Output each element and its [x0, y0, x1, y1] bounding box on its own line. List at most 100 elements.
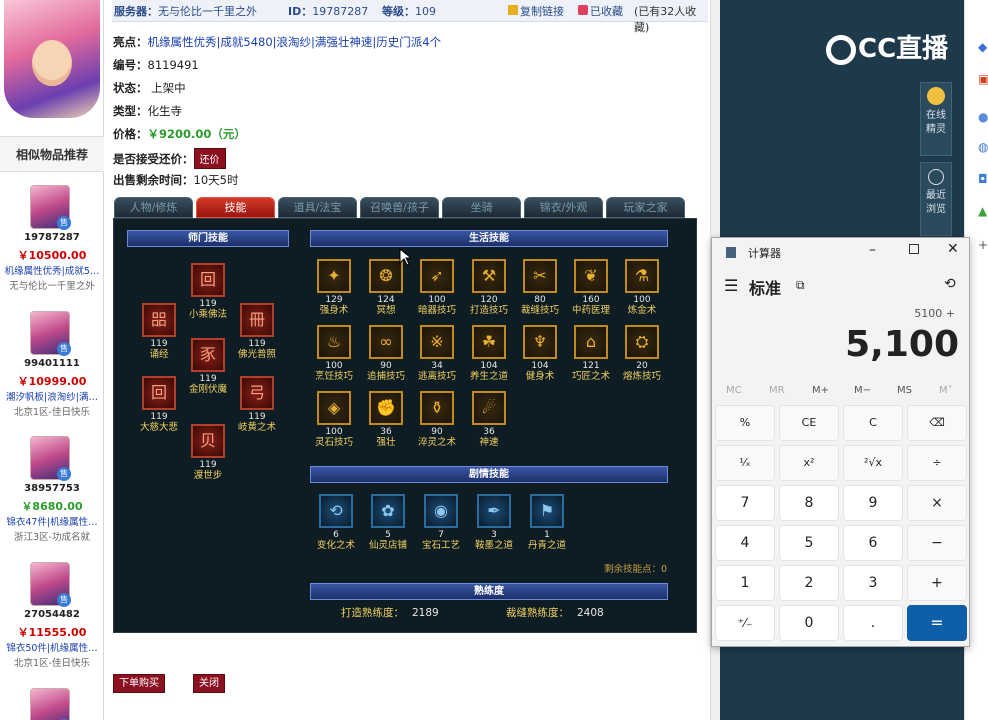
plot-skill[interactable]: ✒ 3 鞍墨之道: [469, 494, 519, 552]
digit-4-button[interactable]: 4: [715, 525, 775, 561]
life-skill[interactable]: ⚱ 90 淬灵之术: [412, 391, 462, 449]
sidebar-app-icon[interactable]: ●: [978, 110, 988, 124]
plot-skill[interactable]: ✿ 5 仙灵店铺: [363, 494, 413, 552]
school-skill[interactable]: 回 119 大慈大悲: [134, 376, 184, 434]
memory-recall-button[interactable]: MR: [769, 385, 785, 396]
sidebar-app-icon[interactable]: ◆: [978, 40, 987, 54]
buy-button[interactable]: 下单购买: [113, 674, 165, 693]
similar-item[interactable]: [0, 688, 104, 720]
plot-skill[interactable]: ⚑ 1 丹青之道: [522, 494, 572, 552]
similar-item-avatar[interactable]: [30, 688, 71, 720]
school-skill[interactable]: 豕 119 金刚伏魔: [183, 338, 233, 396]
life-skill[interactable]: ⌂ 121 巧匠之术: [566, 325, 616, 383]
reciprocal-button[interactable]: ¹⁄ₓ: [715, 445, 775, 481]
life-skill[interactable]: ♨ 100 烹饪技巧: [309, 325, 359, 383]
clear-button[interactable]: C: [843, 405, 903, 441]
history-icon[interactable]: ⟲: [944, 276, 956, 292]
sidebar-app-icon[interactable]: ▲: [978, 204, 987, 218]
divide-button[interactable]: ÷: [907, 445, 967, 481]
similar-item-desc[interactable]: 潮汐帆板|浪淘纱|满…: [0, 389, 104, 403]
digit-9-button[interactable]: 9: [843, 485, 903, 521]
similar-item[interactable]: 99401111 ￥10999.00 潮汐帆板|浪淘纱|满… 北京1区-佳日快乐: [0, 311, 104, 436]
decimal-button[interactable]: .: [843, 605, 903, 641]
copy-link-button[interactable]: 复制链接: [508, 3, 564, 19]
tab-items[interactable]: 道具/法宝: [278, 197, 357, 218]
equals-button[interactable]: =: [907, 605, 967, 641]
similar-item-desc[interactable]: 机缘属性优秀|成就5…: [0, 263, 104, 277]
life-skill[interactable]: ⛭ 20 熔炼技巧: [617, 325, 667, 383]
plot-skill[interactable]: ⟲ 6 变化之术: [311, 494, 361, 552]
life-skill[interactable]: ⚒ 120 打造技巧: [464, 259, 514, 317]
life-skill[interactable]: ✊ 36 强壮: [361, 391, 411, 449]
similar-item-avatar[interactable]: [30, 562, 71, 607]
digit-2-button[interactable]: 2: [779, 565, 839, 601]
digit-1-button[interactable]: 1: [715, 565, 775, 601]
life-skill[interactable]: ⚗ 100 炼金术: [617, 259, 667, 317]
life-skill[interactable]: ☄ 36 神速: [464, 391, 514, 449]
life-skill[interactable]: ✦ 129 强身术: [309, 259, 359, 317]
online-assistant-button[interactable]: 在线精灵: [920, 82, 952, 156]
memory-clear-button[interactable]: MC: [726, 385, 742, 396]
negate-button[interactable]: ⁺⁄₋: [715, 605, 775, 641]
sidebar-app-icon[interactable]: ◍: [978, 140, 988, 154]
similar-item[interactable]: 27054482 ￥11555.00 锦衣50件|机缘属性… 北京1区-佳日快乐: [0, 562, 104, 687]
maximize-icon[interactable]: [909, 244, 919, 254]
close-button[interactable]: 关闭: [193, 674, 225, 693]
tab-outfits[interactable]: 锦衣/外观: [524, 197, 603, 218]
school-skill[interactable]: 冊 119 佛光普照: [232, 303, 282, 361]
school-skill[interactable]: 㗊 119 诵经: [134, 303, 184, 361]
similar-item-desc[interactable]: 锦衣47件|机缘属性…: [0, 514, 104, 528]
memory-add-button[interactable]: M+: [812, 385, 829, 396]
subtract-button[interactable]: −: [907, 525, 967, 561]
digit-3-button[interactable]: 3: [843, 565, 903, 601]
sidebar-app-icon[interactable]: ▣: [978, 72, 988, 86]
bargain-button[interactable]: 还价: [193, 148, 226, 169]
similar-item[interactable]: 38957753 ￥8680.00 锦衣47件|机缘属性… 浙江3区-功成名就: [0, 436, 104, 561]
digit-8-button[interactable]: 8: [779, 485, 839, 521]
school-skill[interactable]: 弓 119 岐黄之术: [232, 376, 282, 434]
percent-button[interactable]: %: [715, 405, 775, 441]
close-icon[interactable]: ✕: [947, 241, 959, 257]
recent-browse-button[interactable]: 最近浏览: [920, 162, 952, 236]
add-button[interactable]: +: [907, 565, 967, 601]
life-skill[interactable]: ※ 34 逃离技巧: [412, 325, 462, 383]
life-skill[interactable]: ◈ 100 灵石技巧: [309, 391, 359, 449]
multiply-button[interactable]: ×: [907, 485, 967, 521]
life-skill[interactable]: ☘ 104 养生之道: [464, 325, 514, 383]
digit-6-button[interactable]: 6: [843, 525, 903, 561]
similar-item-avatar[interactable]: [30, 185, 71, 230]
square-button[interactable]: x²: [779, 445, 839, 481]
clear-entry-button[interactable]: CE: [779, 405, 839, 441]
school-skill[interactable]: 贝 119 渡世步: [183, 424, 233, 482]
sqrt-button[interactable]: ²√x: [843, 445, 903, 481]
similar-item-avatar[interactable]: [30, 311, 71, 356]
memory-list-button[interactable]: M˅: [939, 385, 953, 396]
similar-item-avatar[interactable]: [30, 436, 71, 481]
digit-0-button[interactable]: 0: [779, 605, 839, 641]
tab-character[interactable]: 人物/修炼: [114, 197, 193, 218]
digit-7-button[interactable]: 7: [715, 485, 775, 521]
life-skill[interactable]: ❦ 160 中药医理: [566, 259, 616, 317]
similar-item[interactable]: 19787287 ￥10500.00 机缘属性优秀|成就5… 无与伦比一千里之外: [0, 185, 104, 310]
life-skill[interactable]: ∞ 90 追捕技巧: [361, 325, 411, 383]
tab-skills[interactable]: 技能: [196, 197, 275, 218]
tab-home[interactable]: 玩家之家: [606, 197, 685, 218]
menu-icon[interactable]: ☰: [724, 276, 738, 295]
memory-subtract-button[interactable]: M−: [854, 385, 871, 396]
collected-button[interactable]: 已收藏: [578, 3, 623, 19]
plot-skill[interactable]: ◉ 7 宝石工艺: [416, 494, 466, 552]
tab-mounts[interactable]: 坐骑: [442, 197, 521, 218]
school-skill[interactable]: 回 119 小乘佛法: [183, 263, 233, 321]
minimize-icon[interactable]: –: [869, 242, 876, 258]
tab-pets[interactable]: 召唤兽/孩子: [360, 197, 439, 218]
life-skill[interactable]: ➶ 100 暗器技巧: [412, 259, 462, 317]
backspace-button[interactable]: ⌫: [907, 405, 967, 441]
digit-5-button[interactable]: 5: [779, 525, 839, 561]
life-skill[interactable]: ❂ 124 冥想: [361, 259, 411, 317]
similar-item-desc[interactable]: 锦衣50件|机缘属性…: [0, 640, 104, 654]
add-icon[interactable]: +: [978, 238, 988, 252]
sidebar-app-icon[interactable]: ◘: [978, 172, 988, 186]
life-skill[interactable]: ♆ 104 健身术: [515, 325, 565, 383]
life-skill[interactable]: ✂ 80 裁缝技巧: [515, 259, 565, 317]
memory-store-button[interactable]: MS: [897, 385, 912, 396]
